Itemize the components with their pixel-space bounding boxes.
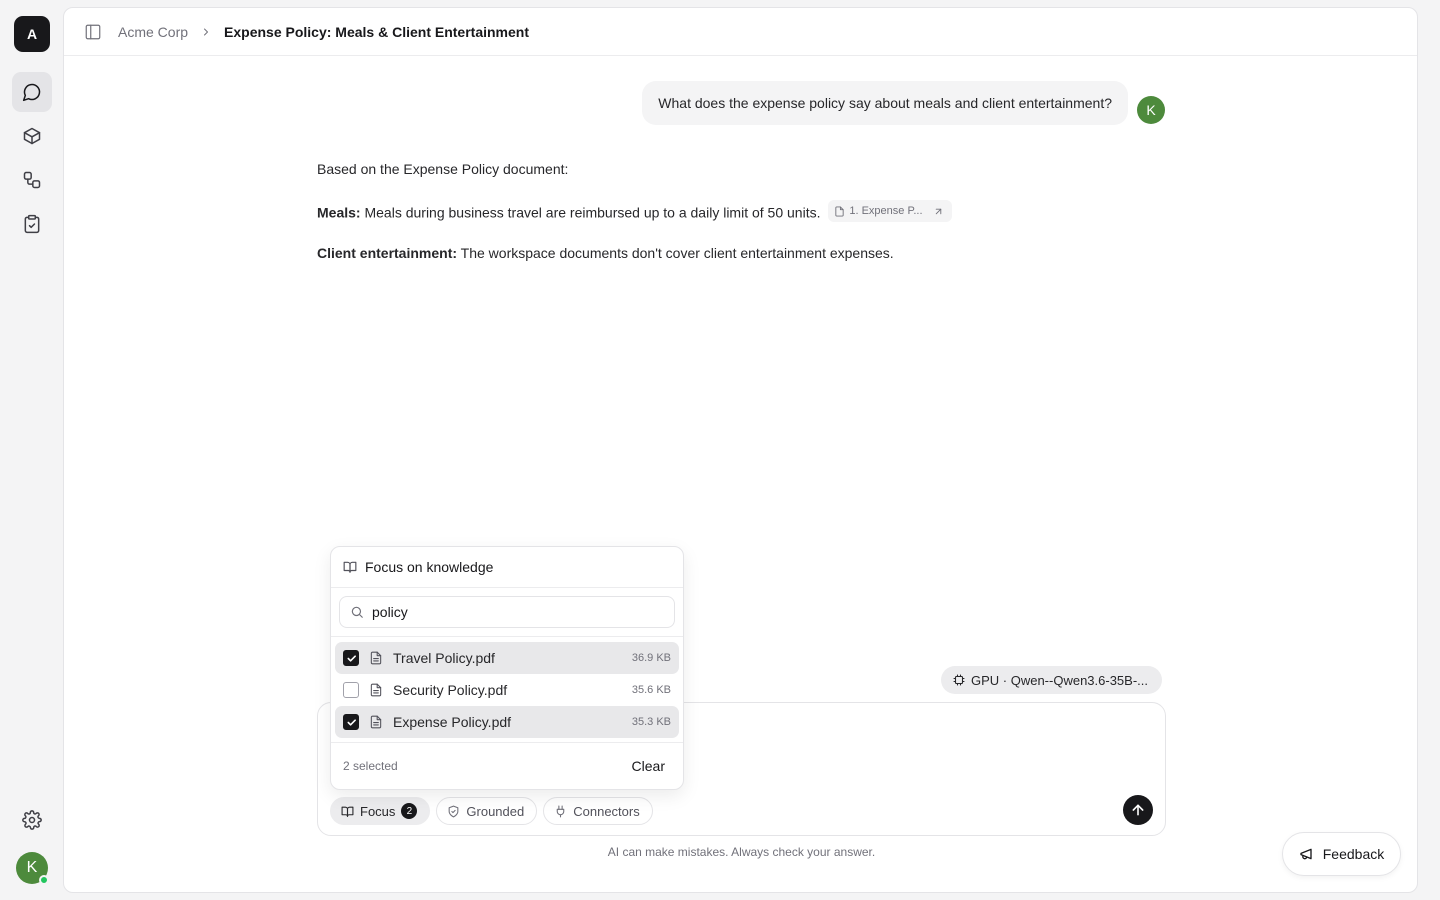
file-name: Travel Policy.pdf <box>393 650 495 666</box>
client-label: Client entertainment: <box>317 245 458 261</box>
file-name: Security Policy.pdf <box>393 682 508 698</box>
checkbox-unchecked[interactable] <box>343 682 359 698</box>
popover-title: Focus on knowledge <box>365 559 494 575</box>
meals-text: Meals during business travel are reimbur… <box>364 204 821 221</box>
model-selector[interactable]: GPU · Qwen--Qwen3.6-35B-... <box>941 666 1162 694</box>
plug-icon <box>556 805 565 817</box>
send-button[interactable] <box>1123 795 1153 825</box>
knowledge-search <box>339 596 675 628</box>
rail-knowledge-button[interactable] <box>12 116 52 156</box>
clear-button[interactable]: Clear <box>632 758 665 774</box>
clipboard-check-icon <box>24 214 40 234</box>
answer-meals: Meals: Meals during business travel are … <box>317 200 1167 222</box>
user-avatar-initial: K <box>26 859 38 876</box>
popover-header: Focus on knowledge <box>331 547 683 588</box>
shield-check-icon <box>449 805 459 817</box>
answer-intro: Based on the Expense Policy document: <box>317 161 569 177</box>
external-link-icon <box>935 208 941 214</box>
file-row-expense-policy[interactable]: Expense Policy.pdf 35.3 KB <box>335 706 679 738</box>
grounded-button[interactable]: Grounded <box>436 797 538 825</box>
message-user-avatar: K <box>1137 96 1165 124</box>
arrow-up-icon <box>1132 804 1144 816</box>
rail-chat-button[interactable] <box>12 72 52 112</box>
book-open-icon <box>343 561 357 573</box>
workspace-logo[interactable]: A <box>14 16 50 52</box>
focus-label: Focus <box>360 803 396 819</box>
file-list: Travel Policy.pdf 36.9 KB Security Polic… <box>331 637 683 743</box>
focus-knowledge-popover: Focus on knowledge Travel Policy.pdf 36.… <box>330 546 684 790</box>
left-rail: A K <box>0 0 64 900</box>
rail-workflows-button[interactable] <box>12 160 52 200</box>
chat-bubble-icon <box>22 83 41 102</box>
chip-icon <box>953 674 965 686</box>
sidebar-toggle-icon[interactable] <box>84 23 102 41</box>
citation-label: 1. Expense P... <box>849 205 923 217</box>
focus-count-badge: 2 <box>401 803 418 819</box>
file-size: 35.3 KB <box>631 716 671 728</box>
meals-label: Meals: <box>317 204 361 221</box>
document-icon <box>835 205 844 217</box>
focus-button[interactable]: Focus 2 <box>330 797 431 825</box>
knowledge-search-input[interactable] <box>372 604 652 620</box>
file-row-travel-policy[interactable]: Travel Policy.pdf 36.9 KB <box>335 642 679 674</box>
ai-disclaimer: AI can make mistakes. Always check your … <box>607 845 876 859</box>
rail-tasks-button[interactable] <box>12 204 52 244</box>
megaphone-icon <box>1300 848 1312 860</box>
grounded-label: Grounded <box>466 803 525 819</box>
file-name: Expense Policy.pdf <box>393 714 512 730</box>
popover-footer: 2 selected Clear <box>331 743 683 789</box>
assistant-answer: Based on the Expense Policy document: Me… <box>317 160 1167 284</box>
feedback-button[interactable]: Feedback <box>1282 832 1401 876</box>
online-status-dot <box>39 875 49 885</box>
main-panel: Acme Corp Expense Policy: Meals & Client… <box>63 7 1418 893</box>
user-message-bubble: What does the expense policy say about m… <box>642 81 1128 125</box>
top-bar: Acme Corp Expense Policy: Meals & Client… <box>64 8 1417 56</box>
selected-count: 2 selected <box>343 759 398 773</box>
rail-bottom: K <box>0 796 64 885</box>
composer-tools: Focus 2 Grounded Connectors <box>330 797 653 825</box>
feedback-label: Feedback <box>1322 846 1385 862</box>
cube-icon <box>23 127 41 145</box>
breadcrumb-parent[interactable]: Acme Corp <box>118 24 188 40</box>
page-title: Expense Policy: Meals & Client Entertain… <box>224 23 530 40</box>
checkbox-checked[interactable] <box>343 714 359 730</box>
settings-button[interactable] <box>12 800 52 840</box>
connectors-button[interactable]: Connectors <box>543 797 653 825</box>
answer-client: Client entertainment: The workspace docu… <box>317 244 1167 262</box>
model-label: GPU · Qwen--Qwen3.6-35B-... <box>971 672 1148 688</box>
client-text: The workspace documents don't cover clie… <box>460 245 894 261</box>
citation-chip[interactable]: 1. Expense P... <box>828 200 952 222</box>
file-size: 36.9 KB <box>631 652 671 664</box>
file-text-icon <box>370 651 382 665</box>
file-text-icon <box>370 683 382 697</box>
book-open-icon <box>341 806 354 817</box>
connectors-label: Connectors <box>573 803 640 819</box>
file-row-security-policy[interactable]: Security Policy.pdf 35.6 KB <box>335 674 679 706</box>
file-text-icon <box>370 715 382 729</box>
user-avatar[interactable]: K <box>16 852 49 885</box>
search-icon <box>351 606 363 618</box>
popover-search-wrap <box>331 588 683 637</box>
file-size: 35.6 KB <box>631 684 671 696</box>
gear-icon <box>22 810 42 830</box>
checkbox-checked[interactable] <box>343 650 359 666</box>
chevron-right-icon <box>200 26 212 38</box>
workflow-icon <box>23 171 41 189</box>
